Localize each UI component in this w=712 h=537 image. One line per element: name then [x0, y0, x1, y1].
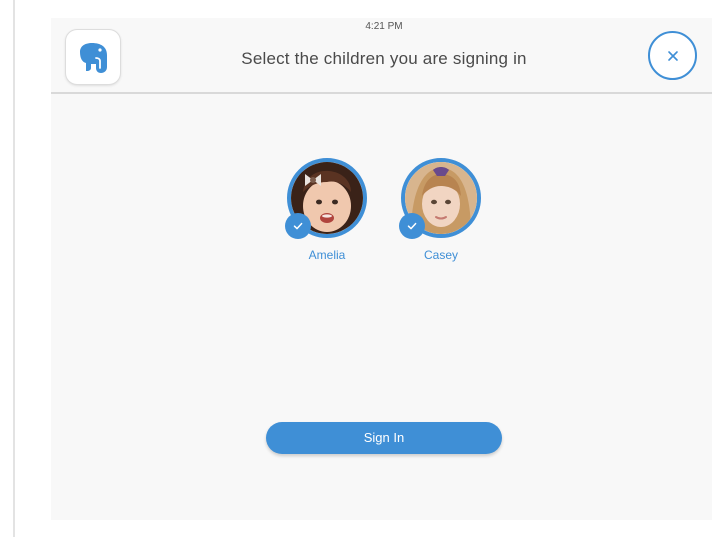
- avatar-wrap: [399, 158, 481, 239]
- child-name: Casey: [423, 248, 458, 262]
- page-title: Select the children you are signing in: [241, 49, 527, 68]
- avatar-wrap: [285, 158, 367, 239]
- app-screen: 4:21 PM Select the children you are sign…: [51, 18, 712, 520]
- close-icon: [667, 50, 678, 61]
- child-card-casey[interactable]: Casey: [396, 158, 486, 262]
- sign-in-button[interactable]: Sign In: [266, 422, 502, 454]
- selected-check-badge: [399, 213, 425, 239]
- check-icon: [293, 222, 303, 230]
- device-frame: 4:21 PM Select the children you are sign…: [13, 0, 712, 537]
- check-icon: [407, 222, 417, 230]
- status-time: 4:21 PM: [365, 21, 403, 32]
- header-bar: 4:21 PM Select the children you are sign…: [51, 18, 712, 94]
- selected-check-badge: [285, 213, 311, 239]
- child-card-amelia[interactable]: Amelia: [282, 158, 372, 262]
- close-button[interactable]: [648, 31, 697, 80]
- child-name: Amelia: [308, 248, 346, 262]
